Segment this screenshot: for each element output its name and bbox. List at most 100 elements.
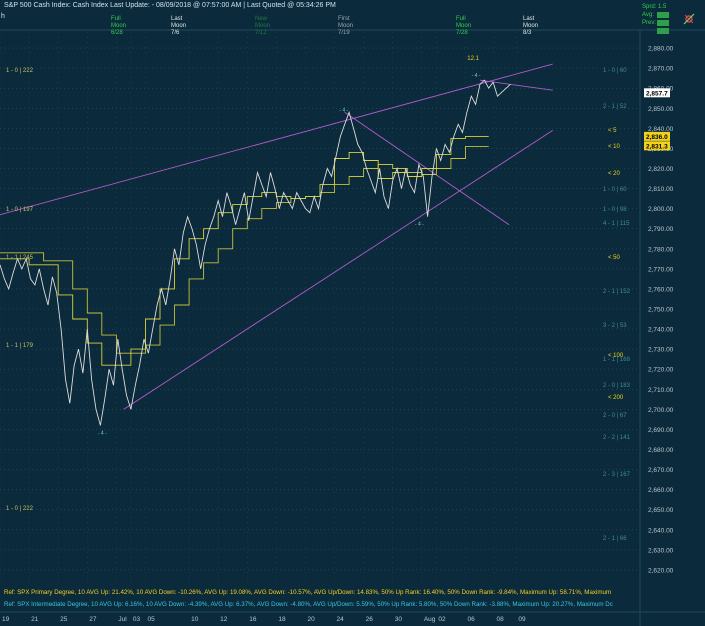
y-tick-label: 2,670.00 (648, 467, 674, 474)
gann-right-label: 1 - 0 | 98 (603, 206, 627, 213)
price-line (0, 79, 511, 426)
y-tick-label: 2,870.00 (648, 66, 674, 73)
avg-label: < 20 (608, 170, 620, 177)
gann-left-label: 1 - 0 | 222 (6, 505, 33, 512)
avg-label: < 10 (608, 144, 620, 151)
moon-date: 8/3 (523, 30, 532, 36)
y-tick-label: 2,820.00 (648, 166, 674, 173)
moon-word: Moon (456, 23, 472, 29)
moon-phase: First (338, 16, 350, 22)
peak-label: 12.1 (467, 56, 479, 63)
x-tick-label: 08 (497, 616, 505, 623)
x-tick-label: 05 (147, 616, 155, 623)
y-tick-label: 2,660.00 (648, 487, 674, 494)
x-tick-label: 16 (249, 616, 257, 623)
gann-right-label: 2 - 1 | 152 (603, 288, 630, 295)
gann-right-label: 2 - 2 | 141 (603, 435, 630, 442)
y-tick-label: 2,620.00 (648, 567, 674, 574)
x-tick-label: 03 (133, 616, 141, 623)
x-tick-label: 26 (366, 616, 374, 623)
y-tick-label: 2,720.00 (648, 367, 674, 374)
x-tick-label: 12 (220, 616, 228, 623)
y-tick-label: 2,740.00 (648, 327, 674, 334)
moon-marker: Full Moon 6/28 (111, 16, 126, 37)
gann-right-label: 4 - 1 | 115 (603, 220, 630, 227)
y-tick-label: 2,640.00 (648, 527, 674, 534)
y-tick-label: 2,730.00 (648, 347, 674, 354)
left-marker: h (1, 13, 5, 20)
moon-word: Moon (338, 23, 354, 29)
moon-date: 7/6 (171, 30, 180, 36)
moon-phase: Last (171, 16, 183, 22)
moon-date: 7/28 (456, 30, 468, 36)
x-tick-label: 20 (307, 616, 315, 623)
moon-word: Moon (111, 23, 127, 29)
y-tick-label: 2,760.00 (648, 286, 674, 293)
ma-10-line (0, 145, 489, 354)
x-tick-label: 02 (438, 616, 446, 623)
moon-date: 6/28 (111, 30, 123, 36)
y-tick-label: 2,880.00 (648, 46, 674, 53)
avg-readout: Avg: (642, 12, 654, 18)
moon-marker: Last Moon 8/3 (523, 16, 538, 37)
moon-phase: Full (456, 16, 466, 22)
gann-right-label: 2 - 0 | 183 (603, 383, 630, 390)
avg-label: < 100 (608, 353, 624, 360)
y-tick-label: 2,750.00 (648, 307, 674, 314)
price-tag: 2,857.7 (646, 90, 668, 97)
pivot-marker: - 4 - (339, 107, 348, 113)
x-tick-label: 10 (191, 616, 199, 623)
gann-left-label: 1 - 1 | 179 (6, 343, 33, 350)
pivot-marker: - 4 - (98, 430, 107, 436)
gann-right-label: 1 - 0 | 60 (603, 186, 627, 193)
avg-10-tag: 2,831.3 (646, 143, 668, 150)
gann-right-label: 1 - 0 | 60 (603, 68, 627, 75)
moon-phase: New (255, 16, 268, 22)
x-tick-label: 24 (337, 616, 345, 623)
avg-label: < 5 (608, 128, 617, 135)
gann-left-label: 1 - 1 | 245 (6, 254, 33, 261)
moon-marker: Full Moon 7/28 (456, 16, 471, 37)
prev-readout: Prev: (642, 20, 657, 26)
y-tick-label: 2,630.00 (648, 547, 674, 554)
trendline (123, 129, 553, 410)
x-tick-label: 19 (2, 616, 10, 623)
gann-right-label: 2 - 3 | 167 (603, 471, 630, 478)
moon-date: 7/19 (338, 30, 350, 36)
y-tick-label: 2,810.00 (648, 186, 674, 193)
chart-header-title: S&P 500 Cash Index: Cash Index Last Upda… (4, 2, 336, 9)
pivot-marker: - 4 - (415, 222, 424, 228)
avg-5-tag: 2,836.0 (646, 134, 668, 141)
x-tick-label: 18 (278, 616, 286, 623)
gann-left-label: 1 - 0 | 197 (6, 206, 33, 213)
pivot-marker: - 4 - (472, 73, 481, 79)
x-tick-label: Aug (424, 616, 436, 623)
y-tick-label: 2,650.00 (648, 507, 674, 514)
x-tick-label: Jul (118, 616, 127, 623)
reference-line: Ref: SPX Intermediate Degree, 10 AVG Up:… (4, 601, 613, 608)
extra-value-box (657, 28, 669, 34)
y-tick-label: 2,850.00 (648, 106, 674, 113)
x-tick-label: 25 (60, 616, 68, 623)
moon-marker: Last Moon 7/6 (171, 16, 186, 37)
avg-label: < 200 (608, 395, 624, 402)
gann-right-label: 2 - 1 | 66 (603, 535, 627, 542)
price-chart: 2,880.002,870.002,860.002,850.002,840.00… (0, 29, 705, 626)
x-tick-label: 09 (518, 616, 526, 623)
y-tick-label: 2,800.00 (648, 206, 674, 213)
gann-left-label: 1 - 0 | 222 (6, 68, 33, 75)
chart-window: 2,880.002,870.002,860.002,850.002,840.00… (0, 0, 705, 626)
y-tick-label: 2,770.00 (648, 266, 674, 273)
gann-right-label: 3 - 2 | 53 (603, 323, 627, 330)
x-tick-label: 30 (395, 616, 403, 623)
gear-pen-icon[interactable] (682, 12, 696, 26)
y-tick-label: 2,690.00 (648, 427, 674, 434)
y-tick-label: 2,680.00 (648, 447, 674, 454)
moon-phase: Full (111, 16, 121, 22)
moon-marker: New Moon 7/12 (255, 16, 270, 37)
moon-word: Moon (171, 23, 187, 29)
moon-marker: First Moon 7/19 (338, 16, 353, 37)
moon-phase: Last (523, 16, 535, 22)
avg-value-box (657, 12, 669, 18)
y-tick-label: 2,780.00 (648, 246, 674, 253)
